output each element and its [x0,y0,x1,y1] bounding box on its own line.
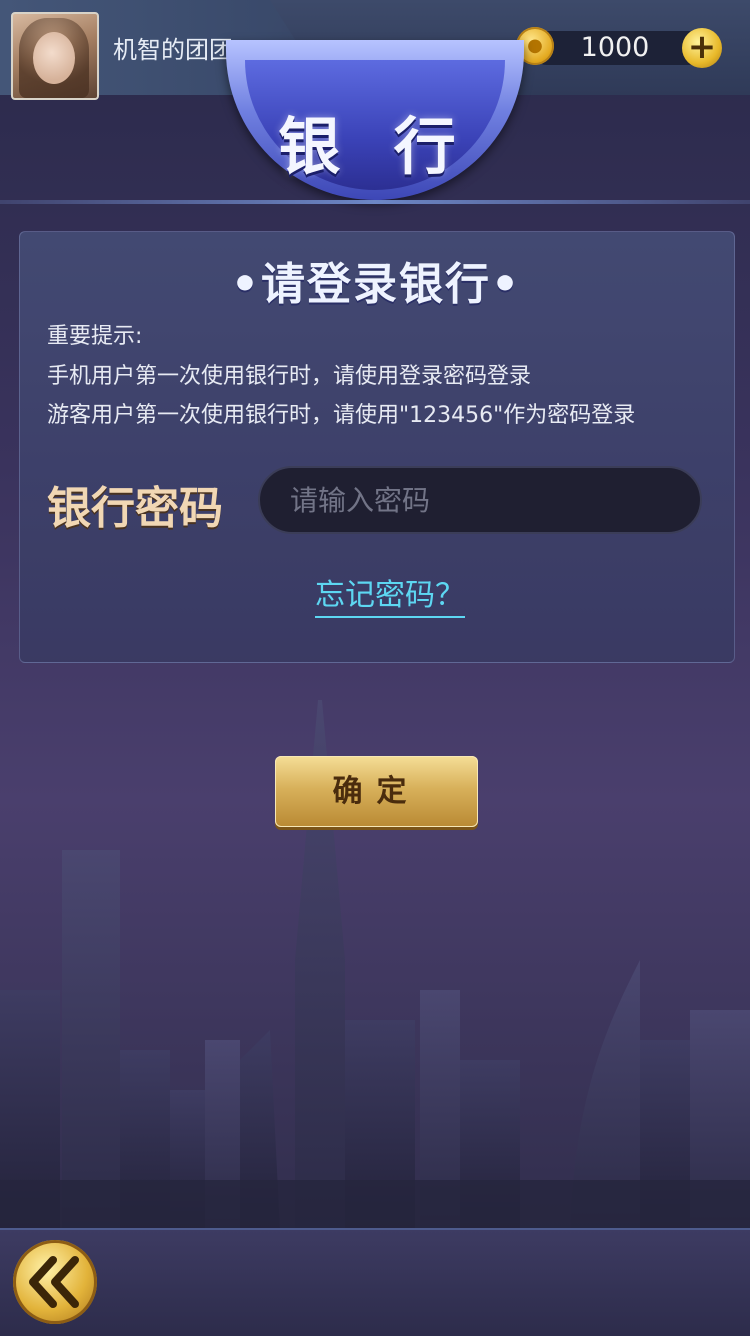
confirm-button[interactable]: 确定 [275,756,478,827]
double-chevron-left-icon [29,1256,79,1308]
password-input[interactable] [258,466,702,534]
city-skyline-background [0,700,750,1230]
bottom-bar [0,1228,750,1336]
coin-balance: 1000 [580,32,650,63]
panel-title: •请登录银行• [230,259,522,310]
password-label: 银行密码 [47,483,223,534]
back-button[interactable] [13,1240,97,1324]
add-coins-button[interactable]: + [682,28,722,68]
hint-heading: 重要提示: [47,324,143,349]
header-divider [0,200,750,204]
avatar-face [33,32,75,84]
username: 机智的团团 [113,36,233,64]
page-title: 银 行 [278,110,472,183]
hint-line-mobile: 手机用户第一次使用银行时，请使用登录密码登录 [47,364,532,389]
hint-line-guest: 游客用户第一次使用银行时，请使用"123456"作为密码登录 [47,403,636,428]
forgot-password-link[interactable]: 忘记密码？ [315,570,465,618]
avatar[interactable] [11,12,99,100]
